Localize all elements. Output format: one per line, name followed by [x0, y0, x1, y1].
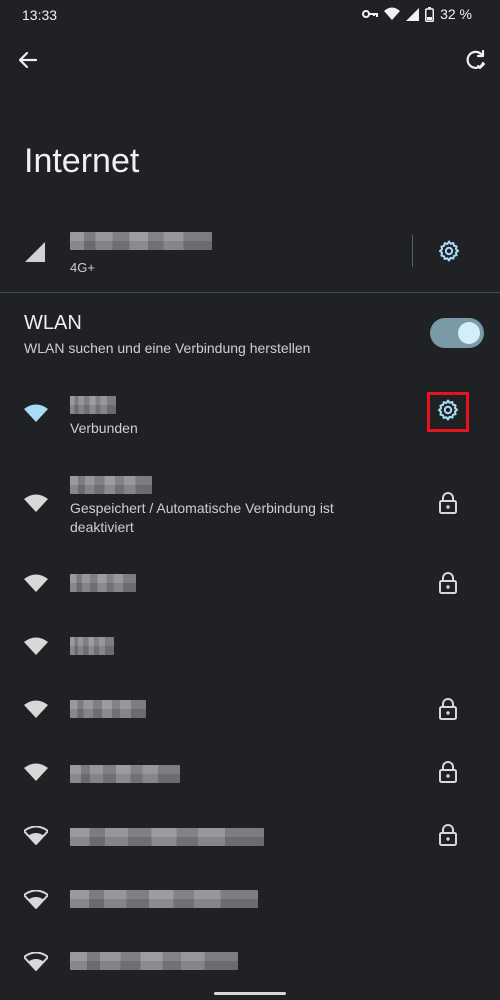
status-time: 13:33 — [22, 7, 58, 23]
network-name-redacted — [70, 574, 136, 592]
wifi-full-icon — [24, 763, 48, 788]
wifi-icon — [384, 7, 401, 21]
network-name-redacted — [70, 765, 180, 783]
page-title: Internet — [24, 142, 140, 180]
wifi-network-connected[interactable]: Verbunden — [0, 392, 500, 444]
wlan-toggle[interactable] — [430, 318, 484, 348]
wifi-network-saved[interactable]: Gespeichert / Automatische Verbindung is… — [0, 474, 500, 538]
wifi-full-icon — [24, 494, 48, 519]
gear-icon — [437, 240, 461, 267]
wifi-network-item[interactable] — [0, 886, 500, 916]
wifi-network-item[interactable] — [0, 822, 500, 852]
lock-icon — [438, 761, 458, 788]
network-name-redacted — [70, 637, 114, 655]
wifi-network-item[interactable] — [0, 570, 500, 600]
signal-icon — [406, 7, 420, 21]
wifi-full-icon — [24, 574, 48, 599]
wifi-full-icon — [24, 700, 48, 725]
lock-icon — [438, 698, 458, 725]
network-status: Gespeichert / Automatische Verbindung is… — [70, 500, 334, 535]
wifi-full-icon — [24, 404, 48, 429]
wifi-medium-icon — [23, 825, 49, 851]
gear-icon — [436, 398, 460, 427]
vertical-divider — [412, 235, 413, 267]
arrow-back-icon — [16, 51, 40, 76]
battery-percent: 32 % — [440, 6, 472, 22]
network-settings-button[interactable] — [427, 392, 469, 432]
mobile-network-row[interactable]: 4G+ — [0, 225, 500, 285]
vpn-key-icon — [362, 8, 379, 20]
network-reset-button[interactable] — [464, 48, 488, 72]
network-name-redacted — [70, 952, 238, 970]
network-reset-icon — [464, 49, 488, 76]
lock-icon — [438, 492, 458, 519]
network-name-redacted — [70, 828, 264, 846]
section-divider — [0, 292, 500, 293]
mobile-settings-button[interactable] — [437, 239, 461, 268]
mobile-carrier-name-redacted — [70, 232, 212, 250]
wlan-title: WLAN — [24, 312, 82, 334]
mobile-network-type: 4G+ — [70, 260, 95, 275]
lock-icon — [438, 824, 458, 851]
network-name-redacted — [70, 396, 116, 414]
network-name-redacted — [70, 476, 152, 494]
wifi-medium-icon — [23, 951, 49, 977]
wifi-network-item[interactable] — [0, 948, 500, 978]
status-bar: 13:33 32 % — [0, 0, 500, 30]
status-icons: 32 % — [362, 6, 472, 22]
network-name-redacted — [70, 890, 258, 908]
back-button[interactable] — [16, 48, 40, 72]
wifi-network-item[interactable] — [0, 696, 500, 726]
battery-icon — [425, 6, 435, 22]
wlan-subtitle: WLAN suchen und eine Verbindung herstell… — [24, 340, 311, 356]
cell-signal-icon — [24, 241, 46, 268]
wifi-network-item[interactable] — [0, 759, 500, 789]
toggle-knob — [458, 322, 480, 344]
network-status: Verbunden — [70, 420, 138, 436]
lock-icon — [438, 572, 458, 599]
wifi-network-item[interactable] — [0, 633, 500, 663]
wifi-full-icon — [24, 637, 48, 662]
home-indicator[interactable] — [214, 992, 286, 995]
network-name-redacted — [70, 700, 146, 718]
wifi-medium-icon — [23, 889, 49, 915]
